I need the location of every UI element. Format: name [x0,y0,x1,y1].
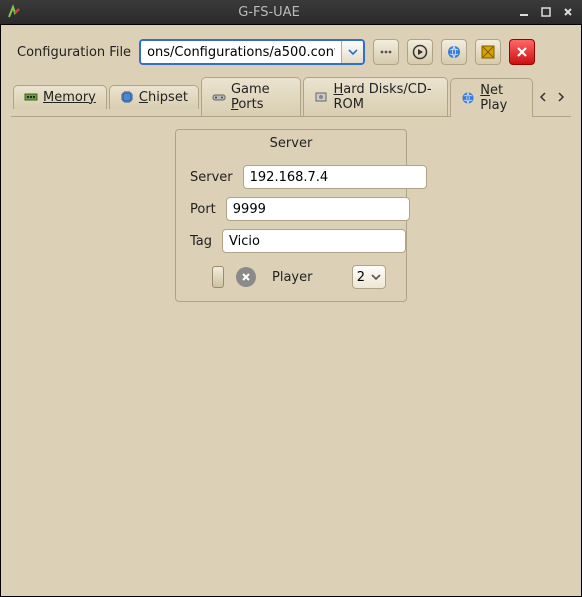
memory-icon [24,90,38,104]
client-area: Configuration File [0,24,582,597]
delete-button[interactable] [509,39,535,65]
tag-label: Tag [190,234,212,249]
config-file-combo[interactable] [139,39,365,65]
row-player: Player 2 [176,257,406,289]
tab-chipset[interactable]: Chipset [109,85,199,109]
config-file-input[interactable] [141,41,341,63]
row-port: Port [176,193,406,225]
config-toolbar: Configuration File [11,35,571,77]
window: G-FS-UAE Configuration File [0,0,582,597]
row-server: Server [176,161,406,193]
app-icon [6,4,22,20]
player-select-value: 2 [357,270,365,285]
tab-label: Memory [43,90,96,105]
close-button[interactable] [560,4,576,20]
player-label: Player [272,270,312,285]
cancel-button[interactable] [236,267,256,287]
globe-icon [461,91,475,105]
port-label: Port [190,202,216,217]
tabs: Memory Chipset Game Ports Hard Disks/CD-… [11,77,571,117]
row-tag: Tag [176,225,406,257]
group-title: Server [176,130,406,161]
window-title: G-FS-UAE [28,5,510,20]
tab-label: Net Play [480,83,522,113]
server-group: Server Server Port Tag [175,129,407,302]
browse-button[interactable] [373,39,399,65]
config-file-dropdown-button[interactable] [341,41,363,63]
disk-icon [314,90,328,104]
tab-game-ports[interactable]: Game Ports [201,77,302,116]
tools-button[interactable] [475,39,501,65]
tab-hard-disks[interactable]: Hard Disks/CD-ROM [303,77,448,116]
server-label: Server [190,170,233,185]
port-input[interactable] [226,197,410,221]
play-button[interactable] [407,39,433,65]
minimize-button[interactable] [516,4,532,20]
server-input[interactable] [243,165,427,189]
chip-icon [120,90,134,104]
tab-scroll [535,88,569,106]
slider-thumb[interactable] [212,266,224,288]
tab-scroll-right[interactable] [553,88,569,106]
globe-button[interactable] [441,39,467,65]
tag-input[interactable] [222,229,406,253]
maximize-button[interactable] [538,4,554,20]
tab-label: Hard Disks/CD-ROM [333,82,437,112]
gamepad-icon [212,90,226,104]
player-select[interactable]: 2 [352,265,386,289]
tab-label: Game Ports [231,82,291,112]
titlebar: G-FS-UAE [0,0,582,24]
tab-memory[interactable]: Memory [13,85,107,109]
tab-scroll-left[interactable] [535,88,551,106]
tab-content-net-play: Server Server Port Tag [11,117,571,586]
config-file-label: Configuration File [17,45,131,60]
chevron-down-icon [371,272,381,282]
tab-net-play[interactable]: Net Play [450,78,533,117]
tab-label: Chipset [139,90,188,105]
